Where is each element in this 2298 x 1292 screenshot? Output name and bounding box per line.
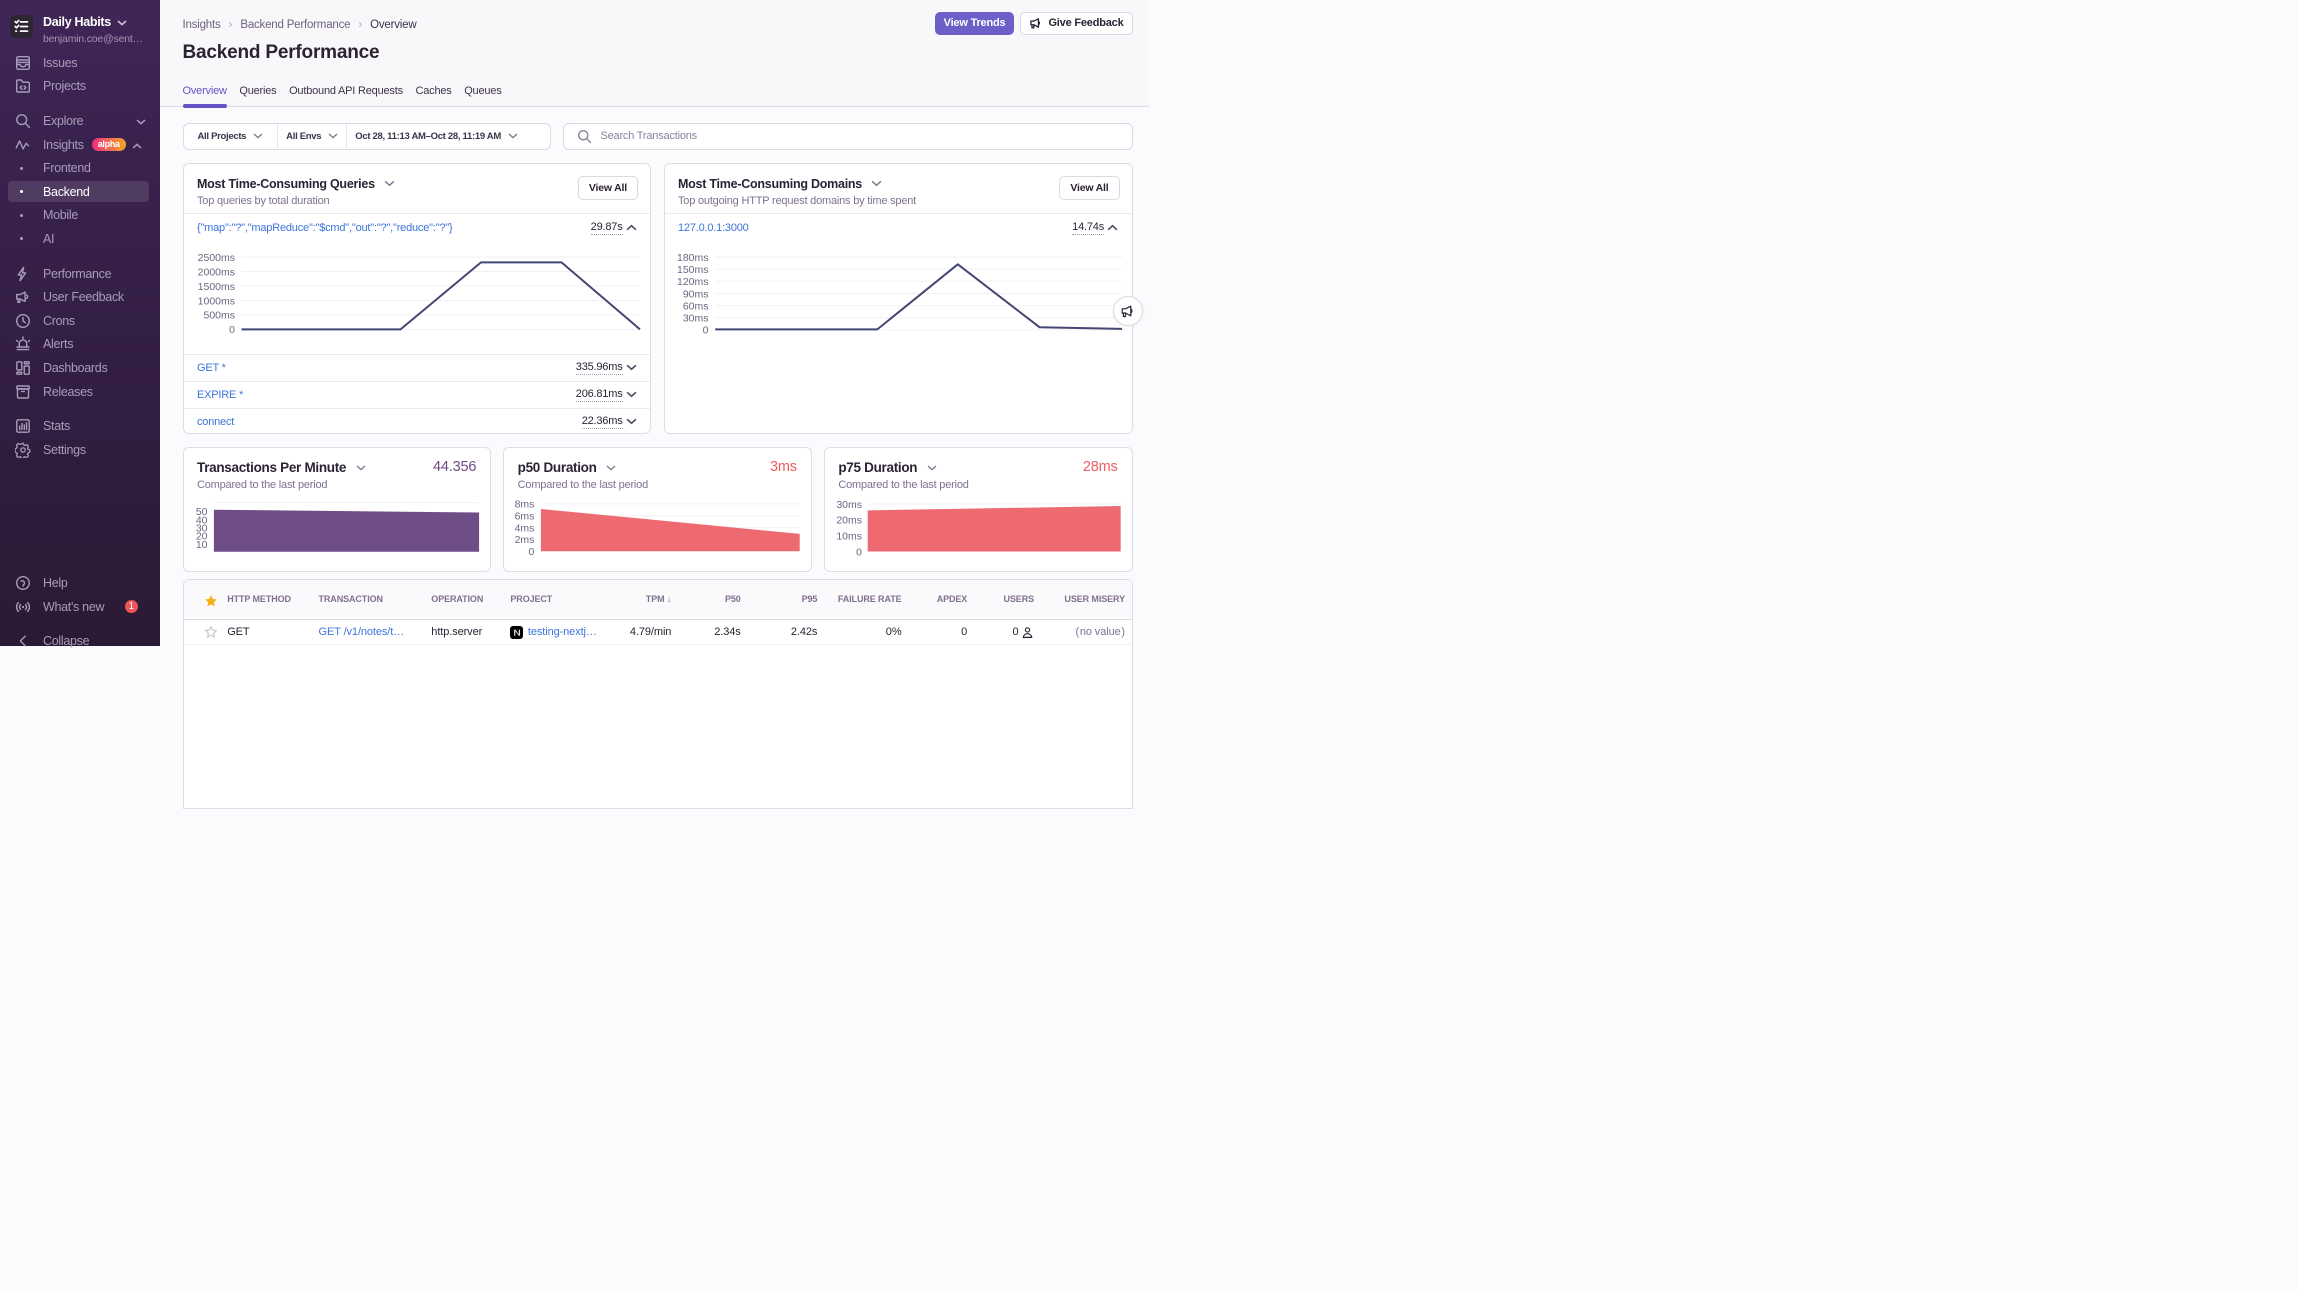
svg-text:30ms: 30ms [682,312,708,324]
svg-text:120ms: 120ms [676,276,708,288]
svg-text:90ms: 90ms [682,288,708,300]
svg-text:2500ms: 2500ms [197,251,234,263]
svg-text:1500ms: 1500ms [197,280,234,292]
svg-text:180ms: 180ms [676,251,708,263]
svg-text:2ms: 2ms [515,535,535,546]
svg-text:2000ms: 2000ms [197,266,234,278]
svg-text:4ms: 4ms [515,523,535,534]
svg-text:0: 0 [702,324,708,336]
svg-text:30ms: 30ms [836,500,862,511]
svg-text:0: 0 [529,547,535,558]
svg-text:8ms: 8ms [515,500,535,511]
svg-text:20ms: 20ms [836,516,862,527]
svg-text:6ms: 6ms [515,512,535,523]
svg-text:1000ms: 1000ms [197,295,234,307]
svg-text:10ms: 10ms [836,531,862,542]
svg-text:10: 10 [195,540,207,551]
svg-text:0: 0 [856,547,862,558]
svg-text:0: 0 [229,324,235,336]
svg-text:150ms: 150ms [676,263,708,275]
svg-text:60ms: 60ms [682,300,708,312]
svg-text:500ms: 500ms [203,309,235,321]
